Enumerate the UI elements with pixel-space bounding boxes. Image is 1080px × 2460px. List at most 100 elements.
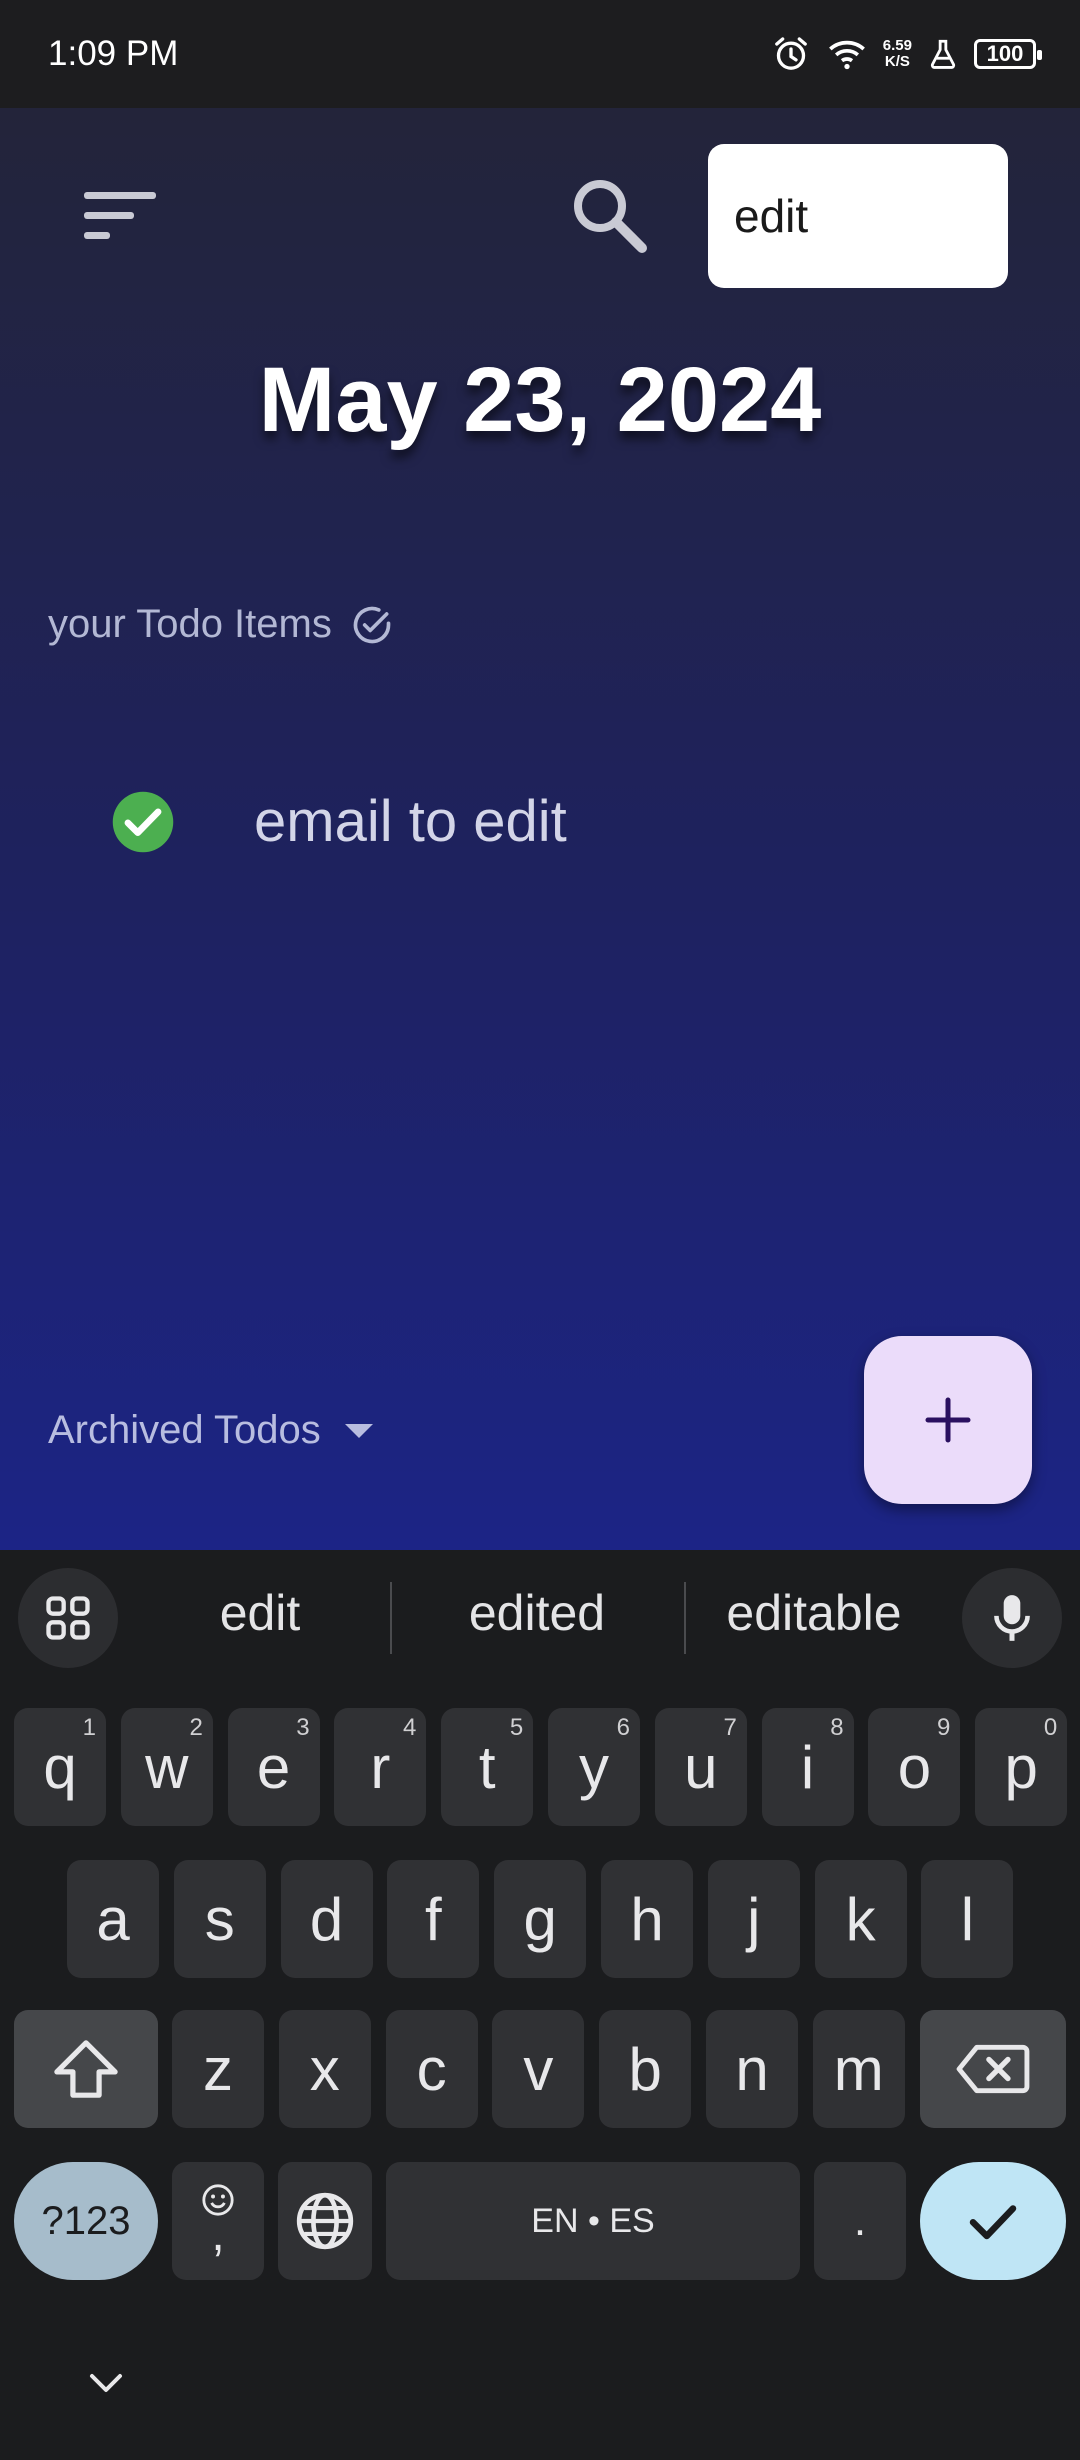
key-hint: 6 [616, 1714, 630, 1741]
plus-icon [925, 1397, 971, 1443]
key-label: z [203, 2035, 233, 2103]
key-d[interactable]: d [280, 1860, 373, 1978]
search-button[interactable] [568, 174, 652, 258]
key-label: v [523, 2035, 554, 2103]
search-input[interactable] [708, 144, 1008, 288]
todo-app: May 23, 2024 your Todo Items email to ed… [0, 108, 1080, 1550]
key-label: u [684, 1733, 718, 1801]
key-y[interactable]: y6 [548, 1708, 640, 1826]
key-k[interactable]: k [814, 1860, 907, 1978]
sort-menu-icon [84, 192, 156, 239]
key-label: t [478, 1733, 496, 1801]
key-r[interactable]: r4 [334, 1708, 427, 1826]
network-speed-unit: K/S [884, 53, 910, 70]
suggestion-2[interactable]: edited [392, 1584, 682, 1644]
hide-keyboard-button[interactable] [84, 2368, 128, 2398]
key-hint: 8 [830, 1714, 844, 1741]
key-t[interactable]: t5 [441, 1708, 534, 1826]
apps-grid-button[interactable] [18, 1568, 118, 1668]
date-title: May 23, 2024 [258, 349, 822, 451]
backspace-icon [956, 2044, 1030, 2094]
todo-section-label: your Todo Items [48, 602, 332, 646]
key-hint: 7 [723, 1714, 737, 1741]
key-label: a [96, 1885, 130, 1953]
archived-todos-toggle[interactable]: Archived Todos [48, 1408, 375, 1453]
key-f[interactable]: f [387, 1860, 480, 1978]
lab-icon [930, 39, 956, 69]
space-key[interactable]: EN • ES [386, 2162, 800, 2280]
key-u[interactable]: u7 [654, 1708, 747, 1826]
key-i[interactable]: i8 [761, 1708, 854, 1826]
key-hint: 5 [509, 1714, 524, 1741]
checked-circle-icon[interactable] [110, 789, 176, 855]
key-l[interactable]: l [921, 1860, 1014, 1978]
add-todo-button[interactable] [864, 1336, 1032, 1504]
key-label: w [145, 1733, 189, 1801]
chevron-down-icon [90, 2374, 122, 2392]
checkmark-icon [969, 2205, 1017, 2240]
key-a[interactable]: a [67, 1860, 159, 1978]
key-m[interactable]: m [812, 2010, 905, 2128]
key-label: r [370, 1733, 391, 1801]
key-label: y [579, 1733, 609, 1801]
grid-icon [46, 1596, 90, 1640]
suggestion-3[interactable]: editable [686, 1584, 942, 1644]
key-z[interactable]: z [172, 2010, 264, 2128]
key-label: p [1004, 1733, 1038, 1801]
key-e[interactable]: e3 [227, 1708, 320, 1826]
menu-button[interactable] [80, 188, 160, 258]
shift-key[interactable] [14, 2010, 158, 2128]
battery-level: 100 [986, 41, 1024, 66]
key-label: l [960, 1885, 975, 1953]
key-c[interactable]: c [385, 2010, 478, 2128]
check-circle-icon [353, 606, 391, 643]
emoji-comma-key[interactable]: , [172, 2162, 264, 2280]
key-hint: 9 [937, 1714, 951, 1741]
key-hint: 0 [1043, 1714, 1058, 1741]
key-s[interactable]: s [173, 1860, 266, 1978]
todo-section-header: your Todo Items [48, 602, 394, 647]
key-label: o [897, 1733, 932, 1801]
period-label: . [853, 2196, 867, 2245]
key-n[interactable]: n [706, 2010, 798, 2128]
status-bar: 1:09 PM 6.59 K/S 100 [0, 0, 1080, 108]
enter-key[interactable] [920, 2162, 1066, 2280]
symbols-key[interactable]: ?123 [14, 2162, 158, 2280]
key-q[interactable]: q1 [14, 1708, 106, 1826]
key-label: g [523, 1885, 557, 1953]
key-hint: 4 [403, 1714, 417, 1741]
microphone-icon [994, 1595, 1030, 1641]
key-o[interactable]: o9 [868, 1708, 961, 1826]
key-label: x [309, 2035, 340, 2103]
period-key[interactable]: . [814, 2162, 906, 2280]
key-hint: 1 [82, 1714, 96, 1741]
globe-icon [296, 2192, 354, 2250]
key-b[interactable]: b [599, 2010, 692, 2128]
key-hint: 2 [189, 1714, 203, 1741]
status-time: 1:09 PM [48, 34, 179, 73]
voice-input-button[interactable] [962, 1568, 1062, 1668]
key-p[interactable]: p0 [975, 1708, 1068, 1826]
key-h[interactable]: h [601, 1860, 693, 1978]
key-label: j [747, 1885, 761, 1953]
backspace-key[interactable] [920, 2010, 1066, 2128]
suggestion-1[interactable]: edit [130, 1584, 390, 1644]
key-x[interactable]: x [278, 2010, 371, 2128]
soft-keyboard: edit edited editable q1w2e3r4t5y6u7i8o9p… [0, 1550, 1080, 2460]
alarm-icon [774, 37, 807, 70]
language-key[interactable] [278, 2162, 372, 2280]
key-hint: 3 [296, 1714, 310, 1741]
network-speed: 6.59 K/S [883, 38, 912, 70]
key-label: n [735, 2035, 769, 2103]
key-label: s [204, 1885, 235, 1953]
key-g[interactable]: g [494, 1860, 587, 1978]
key-label: c [416, 2035, 447, 2103]
key-label: e [256, 1733, 291, 1801]
key-v[interactable]: v [492, 2010, 585, 2128]
key-j[interactable]: j [707, 1860, 800, 1978]
key-label: b [628, 2035, 662, 2103]
status-icons: 6.59 K/S 100 [771, 30, 1042, 78]
key-label: k [845, 1885, 876, 1953]
todo-item[interactable]: email to edit [110, 788, 567, 855]
key-w[interactable]: w2 [120, 1708, 213, 1826]
